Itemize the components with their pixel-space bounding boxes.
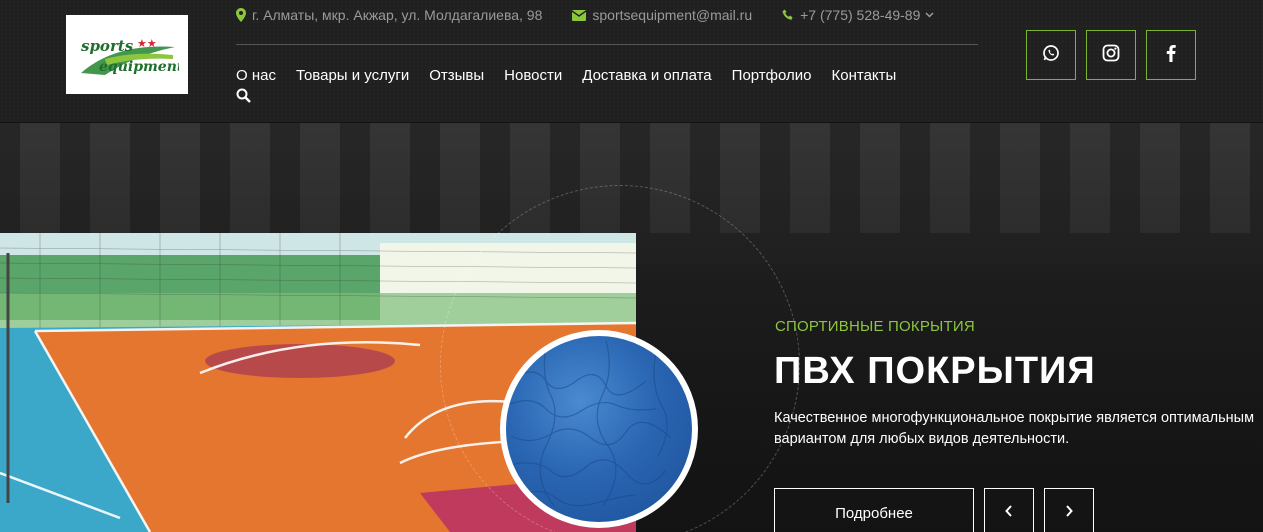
phone-link[interactable]: +7 (775) 528-49-89 bbox=[800, 7, 920, 23]
envelope-icon bbox=[572, 9, 587, 21]
phone-icon bbox=[782, 9, 794, 21]
slider-prev-button[interactable] bbox=[984, 488, 1034, 532]
nav-item-delivery[interactable]: Доставка и оплата bbox=[582, 67, 711, 84]
pvc-texture-circle bbox=[500, 330, 698, 528]
site-header: sports equipment ★★ г. Алматы, мкр. Акжа… bbox=[0, 0, 1263, 123]
more-button[interactable]: Подробнее bbox=[774, 488, 974, 532]
phone-item[interactable]: +7 (775) 528-49-89 bbox=[782, 7, 934, 23]
address-item: г. Алматы, мкр. Акжар, ул. Молдагалиева,… bbox=[236, 7, 542, 23]
slide-category: СПОРТИВНЫЕ ПОКРЫТИЯ bbox=[775, 318, 975, 335]
map-marker-icon bbox=[236, 8, 246, 22]
slider-next-button[interactable] bbox=[1044, 488, 1094, 532]
main-nav: О нас Товары и услуги Отзывы Новости Дос… bbox=[236, 67, 916, 84]
chevron-down-icon[interactable] bbox=[925, 12, 934, 18]
svg-text:★★: ★★ bbox=[137, 38, 157, 50]
header-divider bbox=[236, 44, 978, 45]
nav-item-news[interactable]: Новости bbox=[504, 67, 562, 84]
nav-item-reviews[interactable]: Отзывы bbox=[429, 67, 484, 84]
facebook-button[interactable] bbox=[1146, 30, 1196, 80]
chevron-left-icon bbox=[1005, 504, 1013, 522]
search-icon[interactable] bbox=[236, 88, 251, 108]
slide-description: Качественное многофункциональное покрыти… bbox=[774, 408, 1263, 450]
facebook-icon bbox=[1166, 44, 1176, 67]
logo[interactable]: sports equipment ★★ bbox=[66, 15, 188, 94]
instagram-icon bbox=[1102, 44, 1120, 67]
slide-title: ПВХ ПОКРЫТИЯ bbox=[774, 350, 1096, 392]
nav-item-about[interactable]: О нас bbox=[236, 67, 276, 84]
svg-text:equipment: equipment bbox=[99, 59, 179, 75]
email-item[interactable]: sportsequipment@mail.ru bbox=[572, 7, 752, 23]
contact-bar: г. Алматы, мкр. Акжар, ул. Молдагалиева,… bbox=[236, 6, 934, 24]
email-link[interactable]: sportsequipment@mail.ru bbox=[592, 7, 752, 23]
instagram-button[interactable] bbox=[1086, 30, 1136, 80]
slide-description-line-1: Качественное многофункциональное покрыти… bbox=[774, 410, 1255, 426]
address-text: г. Алматы, мкр. Акжар, ул. Молдагалиева,… bbox=[252, 7, 543, 23]
nav-item-portfolio[interactable]: Портфолио bbox=[732, 67, 812, 84]
nav-item-products[interactable]: Товары и услуги bbox=[296, 67, 409, 84]
svg-text:sports: sports bbox=[81, 37, 134, 55]
chevron-right-icon bbox=[1065, 504, 1073, 522]
slide-description-line-2: вариантом для любых видов деятельности. bbox=[774, 431, 1070, 447]
whatsapp-icon bbox=[1042, 44, 1060, 67]
nav-item-contacts[interactable]: Контакты bbox=[832, 67, 897, 84]
whatsapp-button[interactable] bbox=[1026, 30, 1076, 80]
